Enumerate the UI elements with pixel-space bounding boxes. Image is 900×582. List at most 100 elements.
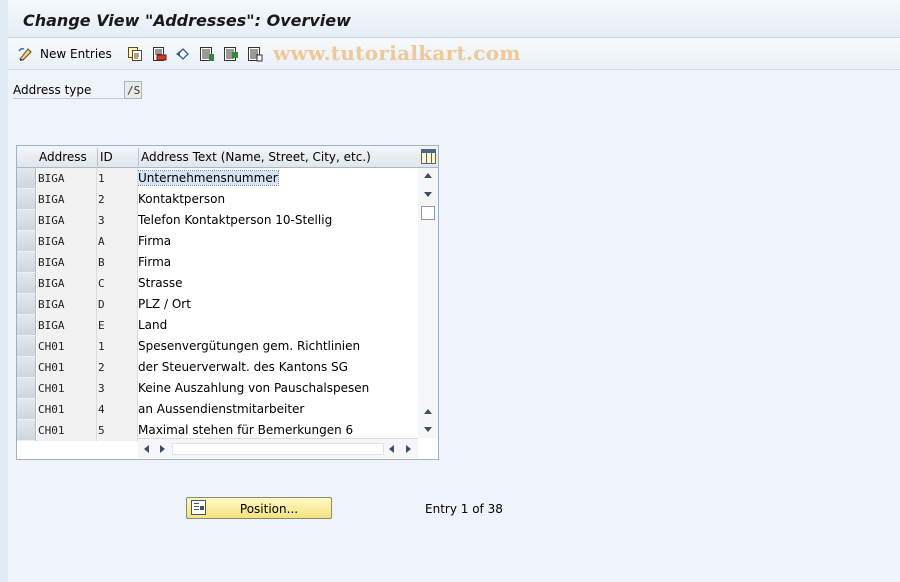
cell-address-text[interactable]: Land bbox=[138, 315, 418, 336]
new-entries-button[interactable]: New Entries bbox=[18, 45, 112, 63]
cell-id: 4 bbox=[97, 399, 138, 420]
column-header-address[interactable]: Address bbox=[39, 150, 87, 164]
cell-id: 5 bbox=[97, 420, 138, 441]
cell-address-text-value: der Steuerverwalt. des Kantons SG bbox=[138, 360, 348, 374]
cell-id: 3 bbox=[97, 210, 138, 231]
select-block-button[interactable] bbox=[223, 45, 239, 63]
page-title: Change View "Addresses": Overview bbox=[23, 11, 351, 30]
cell-id: 2 bbox=[97, 357, 138, 378]
column-header-address-text[interactable]: Address Text (Name, Street, City, etc.) bbox=[141, 150, 371, 164]
page-up-icon[interactable] bbox=[424, 409, 432, 414]
watermark: www.tutorialkart.com bbox=[273, 41, 521, 65]
delete-icon bbox=[151, 46, 167, 62]
row-selector[interactable] bbox=[17, 336, 36, 357]
table-row[interactable]: BIGA 2 Kontaktperson bbox=[17, 189, 418, 210]
application-toolbar: New Entries www.tutorialkart.com bbox=[8, 38, 900, 70]
table-row[interactable]: BIGA A Firma bbox=[17, 231, 418, 252]
row-selector[interactable] bbox=[17, 168, 36, 189]
cell-id: 1 bbox=[97, 168, 138, 189]
cell-address-text[interactable]: Firma bbox=[138, 231, 418, 252]
cell-address-text-value: Spesenvergütungen gem. Richtlinien bbox=[138, 339, 361, 353]
scroll-down-icon[interactable] bbox=[424, 192, 432, 197]
cell-id: C bbox=[97, 273, 138, 294]
horizontal-scroll-track[interactable] bbox=[172, 443, 384, 455]
row-selector[interactable] bbox=[17, 273, 36, 294]
cell-address-text-value: Unternehmensnummer bbox=[138, 170, 279, 186]
column-header-id[interactable]: ID bbox=[100, 150, 113, 164]
new-entries-label: New Entries bbox=[40, 47, 112, 61]
change-display-icon bbox=[18, 46, 34, 62]
cell-address-text-value: an Aussendienstmitarbeiter bbox=[138, 402, 305, 416]
cell-address-text-value: Keine Auszahlung von Pauschalspesen bbox=[138, 381, 370, 395]
table-row[interactable]: BIGA 3 Telefon Kontaktperson 10-Stellig bbox=[17, 210, 418, 231]
row-selector[interactable] bbox=[17, 378, 36, 399]
scroll-up-icon[interactable] bbox=[424, 173, 432, 178]
table-header: Address ID Address Text (Name, Street, C… bbox=[17, 146, 438, 168]
cell-address: CH01 bbox=[37, 399, 97, 420]
row-selector[interactable] bbox=[17, 231, 36, 252]
copy-icon bbox=[127, 46, 143, 62]
row-selector[interactable] bbox=[17, 357, 36, 378]
table-row[interactable]: CH01 1 Spesenvergütungen gem. Richtlinien bbox=[17, 336, 418, 357]
delete-button[interactable] bbox=[151, 45, 167, 63]
position-button[interactable]: Position... bbox=[186, 497, 332, 519]
address-type-label: Address type bbox=[13, 82, 123, 99]
table-settings-icon[interactable] bbox=[421, 149, 436, 164]
table-row[interactable]: BIGA E Land bbox=[17, 315, 418, 336]
select-all-icon bbox=[199, 46, 215, 62]
table-row[interactable]: BIGA B Firma bbox=[17, 252, 418, 273]
cell-address-text[interactable]: PLZ / Ort bbox=[138, 294, 418, 315]
row-selector[interactable] bbox=[17, 420, 36, 441]
cell-address: CH01 bbox=[37, 357, 97, 378]
table-row[interactable]: BIGA C Strasse bbox=[17, 273, 418, 294]
cell-address-text-value: Strasse bbox=[138, 276, 183, 290]
cell-address-text[interactable]: Firma bbox=[138, 252, 418, 273]
cell-address-text[interactable]: Telefon Kontaktperson 10-Stellig bbox=[138, 210, 418, 231]
cell-address-text[interactable]: Strasse bbox=[138, 273, 418, 294]
deselect-all-button[interactable] bbox=[247, 45, 263, 63]
title-bar: Change View "Addresses": Overview bbox=[8, 0, 900, 38]
scroll-left-icon[interactable] bbox=[144, 445, 149, 453]
horizontal-scrollbar[interactable] bbox=[138, 438, 418, 458]
cell-address-text[interactable]: Spesenvergütungen gem. Richtlinien bbox=[138, 336, 418, 357]
row-selector[interactable] bbox=[17, 399, 36, 420]
cell-address: BIGA bbox=[37, 231, 97, 252]
cell-address: BIGA bbox=[37, 210, 97, 231]
cell-address: BIGA bbox=[37, 168, 97, 189]
cell-id: E bbox=[97, 315, 138, 336]
cell-address-text[interactable]: Unternehmensnummer bbox=[138, 168, 418, 189]
entry-counter: Entry 1 of 38 bbox=[425, 502, 503, 516]
cell-address: BIGA bbox=[37, 273, 97, 294]
table-row[interactable]: CH01 2 der Steuerverwalt. des Kantons SG bbox=[17, 357, 418, 378]
row-selector[interactable] bbox=[17, 315, 36, 336]
table-row[interactable]: CH01 3 Keine Auszahlung von Pauschalspesen bbox=[17, 378, 418, 399]
select-all-button[interactable] bbox=[199, 45, 215, 63]
page-down-icon[interactable] bbox=[424, 427, 432, 432]
table-row[interactable]: BIGA 1 Unternehmensnummer bbox=[17, 168, 418, 189]
window: Change View "Addresses": Overview New En… bbox=[8, 0, 900, 582]
scroll-right-end-icon[interactable] bbox=[406, 445, 411, 453]
cell-address-text[interactable]: Kontaktperson bbox=[138, 189, 418, 210]
cell-address-text-value: Land bbox=[138, 318, 168, 332]
scroll-thumb[interactable] bbox=[421, 206, 435, 220]
addresses-table: Address ID Address Text (Name, Street, C… bbox=[16, 145, 439, 460]
vertical-scrollbar[interactable] bbox=[418, 168, 438, 438]
undo-change-button[interactable] bbox=[175, 45, 191, 63]
cell-address: BIGA bbox=[37, 252, 97, 273]
cell-address: CH01 bbox=[37, 336, 97, 357]
scroll-left-end-icon[interactable] bbox=[389, 445, 394, 453]
cell-id: 3 bbox=[97, 378, 138, 399]
row-selector[interactable] bbox=[17, 252, 36, 273]
table-row[interactable]: BIGA D PLZ / Ort bbox=[17, 294, 418, 315]
cell-address-text[interactable]: der Steuerverwalt. des Kantons SG bbox=[138, 357, 418, 378]
cell-id: B bbox=[97, 252, 138, 273]
copy-as-button[interactable] bbox=[127, 45, 143, 63]
table-row[interactable]: CH01 4 an Aussendienstmitarbeiter bbox=[17, 399, 418, 420]
cell-address-text[interactable]: Keine Auszahlung von Pauschalspesen bbox=[138, 378, 418, 399]
scroll-right-icon[interactable] bbox=[160, 445, 165, 453]
cell-address-text[interactable]: an Aussendienstmitarbeiter bbox=[138, 399, 418, 420]
row-selector[interactable] bbox=[17, 294, 36, 315]
row-selector[interactable] bbox=[17, 189, 36, 210]
row-selector[interactable] bbox=[17, 210, 36, 231]
address-type-field[interactable]: /S bbox=[124, 81, 142, 99]
